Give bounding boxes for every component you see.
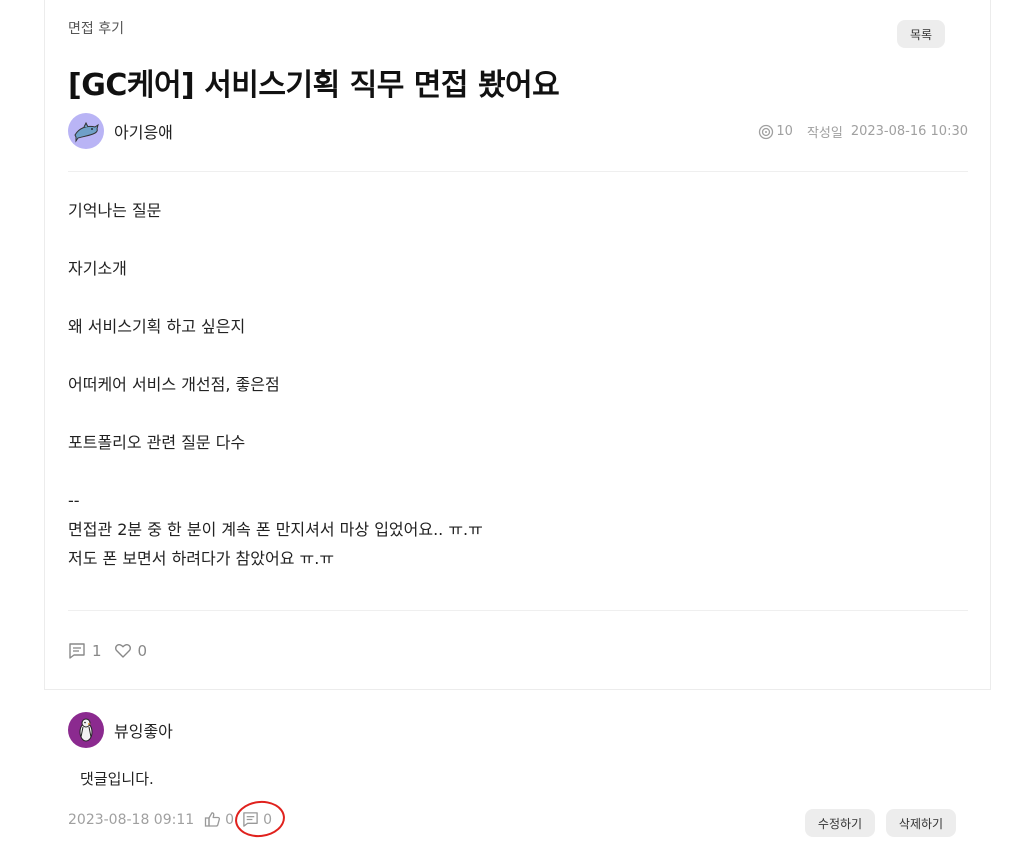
comment-meta: 2023-08-18 09:11 0 0 — [68, 798, 287, 840]
body-line — [68, 399, 483, 428]
thumbs-up-icon — [205, 812, 221, 827]
body-line: 왜 서비스기획 하고 싶은지 — [68, 317, 246, 336]
views-count: 10 — [776, 124, 793, 139]
like-count: 0 — [137, 642, 148, 660]
comment-icon — [243, 812, 258, 827]
comment-like-count: 0 — [225, 811, 235, 828]
body-line: 자기소개 — [68, 259, 127, 278]
post-category[interactable]: 면접 후기 — [68, 18, 124, 38]
divider — [68, 610, 968, 611]
penguin-icon — [68, 712, 104, 748]
comment-reply-button[interactable]: 0 — [233, 798, 287, 840]
post-author[interactable]: 아기응애 — [68, 113, 173, 149]
comment-reply-count: 0 — [263, 811, 273, 828]
comment-author-name: 뷰잉좋아 — [114, 722, 173, 741]
body-line: 포트폴리오 관련 질문 다수 — [68, 433, 246, 452]
comment-icon — [69, 643, 85, 659]
list-button[interactable]: 목록 — [897, 20, 945, 48]
body-line: 저도 폰 보면서 하려다가 참았어요 ㅠ.ㅠ — [68, 549, 335, 568]
edit-button[interactable]: 수정하기 — [805, 809, 875, 837]
body-line: 어떠케어 서비스 개선점, 좋은점 — [68, 375, 280, 394]
reply-item: 0 — [242, 811, 272, 828]
post-stats: 1 0 — [68, 642, 159, 660]
comment-count-stat[interactable]: 1 — [68, 642, 102, 660]
dolphin-icon — [68, 113, 104, 149]
divider — [68, 171, 968, 172]
comment-author[interactable]: 뷰잉좋아 — [68, 712, 173, 748]
post-date: 2023-08-16 10:30 — [850, 124, 968, 139]
post-meta: 10 작성일 2023-08-16 10:30 — [758, 122, 968, 141]
body-line — [68, 341, 483, 370]
post-title: [GC케어] 서비스기획 직무 면접 봤어요 — [68, 68, 560, 103]
date-label: 작성일 — [806, 126, 843, 141]
post-author-name: 아기응애 — [114, 123, 173, 142]
views-icon — [759, 124, 774, 139]
heart-icon — [114, 644, 131, 658]
body-line: 면접관 2분 중 한 분이 계속 폰 만지셔서 마상 입었어요.. ㅠ.ㅠ — [68, 520, 483, 539]
comment-text: 댓글입니다. — [80, 770, 154, 788]
comment-count: 1 — [92, 642, 102, 660]
post-body: 기억나는 질문 자기소개 왜 서비스기획 하고 싶은지 어떠케어 서비스 개선점… — [68, 196, 483, 573]
body-line — [68, 225, 483, 254]
body-line: 기억나는 질문 — [68, 201, 162, 220]
body-line: -- — [68, 491, 80, 510]
post-views: 10 — [758, 124, 793, 140]
body-line — [68, 457, 483, 486]
like-stat[interactable]: 0 — [114, 642, 148, 660]
comment-date: 2023-08-18 09:11 — [68, 811, 195, 828]
delete-button[interactable]: 삭제하기 — [886, 809, 956, 837]
body-line — [68, 283, 483, 312]
comment-like-button[interactable]: 0 — [204, 811, 234, 828]
